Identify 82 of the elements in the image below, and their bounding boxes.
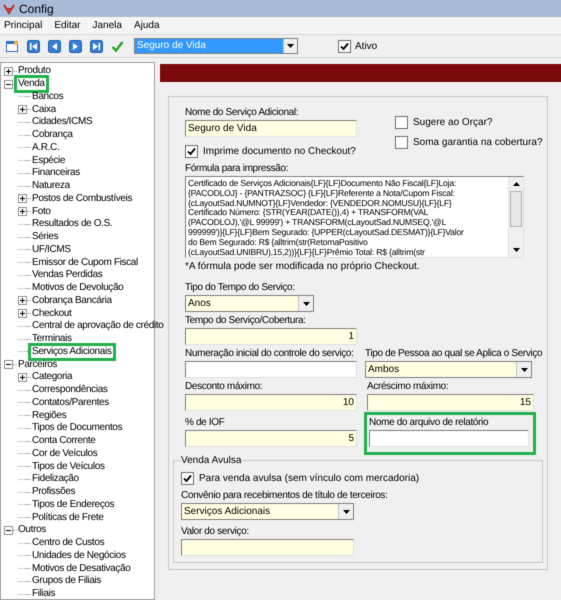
tree-item[interactable]: Outros — [17, 524, 47, 536]
input-field[interactable]: Seguro de Vida — [185, 120, 357, 137]
tree-item[interactable]: Parceiros — [17, 358, 58, 371]
formula-line: 999999')}{LF}{LF}Bem Segurado: {UPPER(cLayoutSad.DESMAT)}{LF}Valor — [188, 228, 465, 238]
field-label: Numeração inicial do controle do serviço: — [185, 348, 354, 360]
checkbox-label: Imprime documento no Checkout? — [203, 145, 356, 159]
menu-item[interactable]: Ajuda — [134, 18, 160, 33]
tree-item[interactable]: Contatos/Parentes — [31, 396, 110, 409]
note-text: *A fórmula pode ser modificada no próprio Checkout. — [185, 260, 421, 274]
formula-line: Certificado Número: {STR(YEAR(DATE()),4) + TRANSFORM(VAL — [188, 208, 428, 218]
tree-item[interactable]: Correspondências — [31, 384, 109, 396]
field-label: Tipo do Tempo do Serviço: — [185, 282, 295, 294]
field-label: % de IOF — [185, 417, 224, 429]
field-label: Tipo de Pessoa ao qual se Aplica o Serviço — [365, 348, 542, 360]
tree-item[interactable]: Resultados de O.S. — [31, 218, 114, 230]
checkbox-label: Para venda avulsa (sem vínculo com mercadoria) — [199, 472, 420, 486]
tree-item[interactable]: Checkout — [31, 308, 72, 320]
menu-item[interactable]: Janela — [92, 18, 122, 33]
tree-item[interactable]: Cor de Veículos — [31, 448, 98, 460]
formula-line: {PACODLOJ} - {PANTRAZSOC} {LF}{LF}Referente a Nota/Cupom Fiscal: — [188, 188, 455, 199]
tree-item[interactable]: A.R.C. — [31, 142, 60, 154]
input-field[interactable]: 5 — [185, 430, 357, 447]
tree-item[interactable]: Tipos de Endereços — [31, 498, 116, 511]
field-label: Valor do serviço: — [181, 526, 249, 538]
group-title: Venda Avulsa — [181, 454, 242, 468]
tree-item[interactable]: Postos de Combustíveis — [31, 192, 134, 205]
tree-item[interactable]: Filiais — [31, 588, 56, 600]
input-field[interactable]: 15 — [367, 394, 534, 411]
field-label: Fórmula para impressão: — [185, 163, 288, 175]
tree-item[interactable]: Séries — [31, 231, 60, 244]
tree-item[interactable]: Tipos de Documentos — [31, 422, 124, 434]
tree-item[interactable]: Unidades de Negócios — [31, 550, 127, 562]
checkbox-label: Ativo — [355, 40, 378, 54]
field-label: Convênio para recebimentos de título de terceiros: — [181, 490, 388, 502]
tree-item[interactable]: UF/ICMS — [31, 244, 72, 256]
tree-item[interactable]: Natureza — [31, 180, 71, 192]
input-field[interactable]: 10 — [185, 394, 357, 411]
tree-item[interactable]: Conta Corrente — [31, 435, 96, 448]
field-label: Tempo do Serviço/Cobertura: — [185, 315, 306, 327]
input-field[interactable]: 1 — [185, 328, 357, 345]
tree-item[interactable]: Foto — [31, 206, 52, 218]
tree-item[interactable]: Fidelização — [31, 473, 80, 486]
tree-item[interactable]: Motivos de Devolução — [31, 282, 124, 294]
checkbox-label: Soma garantia na cobertura? — [413, 136, 543, 150]
tree-item[interactable]: Bancos — [31, 90, 64, 103]
tree-item[interactable]: Terminais — [31, 333, 73, 346]
tree-item[interactable]: Grupos de Filiais — [31, 575, 102, 588]
tree-item[interactable]: Serviços Adicionais — [31, 346, 113, 358]
tree-item[interactable]: Regiões — [31, 410, 68, 422]
formula-line: (PACODLOJ),'@L 99999') + TRANSFORM(cLayoutSad.NUMSEQ,'@L — [188, 218, 448, 228]
tree-item[interactable]: Cobrança Bancária — [31, 294, 113, 307]
dropdown[interactable]: Anos — [185, 295, 314, 312]
formula-line: (cLayoutSad.UNIBRU),15,2))}{LF}{LF}Prêmio Total: R$ {alltrim(str — [188, 248, 426, 257]
menu-item[interactable]: Principal — [4, 18, 42, 33]
formula-line: Certificado de Serviços Adicionais{LF}{LF}Documento Não Fiscal{LF}Loja: — [188, 179, 458, 189]
formula-line: {cLayoutSad.NUMNOT}{LF}Vendedor: {VENDEDOR.NOMUSU}{LF}{LF} — [188, 198, 453, 208]
tree-item[interactable]: Central de aprovação de crédito — [31, 320, 164, 332]
formula-line: do Bem Segurado: R$ {alltrim(str(RetornaPositivo — [188, 238, 368, 248]
field-label: Nome do Serviço Adicional: — [185, 107, 298, 119]
tree-item[interactable]: Espécie — [31, 154, 66, 167]
menu-item[interactable]: Editar — [54, 18, 80, 33]
tree-item[interactable]: Produto — [17, 65, 52, 78]
field-label: Nome do arquivo de relatório — [369, 417, 488, 429]
tree-item[interactable]: Tipos de Veículos — [31, 460, 106, 473]
tree-item[interactable]: Cobrança — [31, 129, 74, 142]
window-title: Config — [19, 0, 54, 18]
tree-item[interactable]: Categoria — [31, 371, 74, 384]
tree-item[interactable]: Financeiras — [31, 167, 81, 180]
field-label: Desconto máximo: — [185, 381, 262, 393]
tree-item[interactable]: Caixa — [31, 104, 57, 116]
tree-item[interactable]: Cidades/ICMS — [31, 116, 94, 128]
tree-item[interactable]: Centro de Custos — [31, 537, 106, 550]
dropdown[interactable]: Serviços Adicionais — [181, 503, 354, 520]
tree-item[interactable]: Motivos de Desativação — [31, 562, 132, 575]
tree-item[interactable]: Vendas Perdidas — [31, 269, 104, 282]
tree-item[interactable]: Políticas de Frete — [31, 512, 105, 524]
tree-item[interactable]: Venda — [17, 78, 46, 90]
tree-item[interactable]: Profissões — [31, 486, 76, 498]
field-label: Acréscimo máximo: — [367, 381, 448, 393]
tree-item[interactable]: Emissor de Cupom Fiscal — [31, 256, 139, 269]
dropdown[interactable]: Ambos — [365, 361, 532, 378]
checkbox-label: Sugere ao Orçar? — [413, 116, 492, 130]
